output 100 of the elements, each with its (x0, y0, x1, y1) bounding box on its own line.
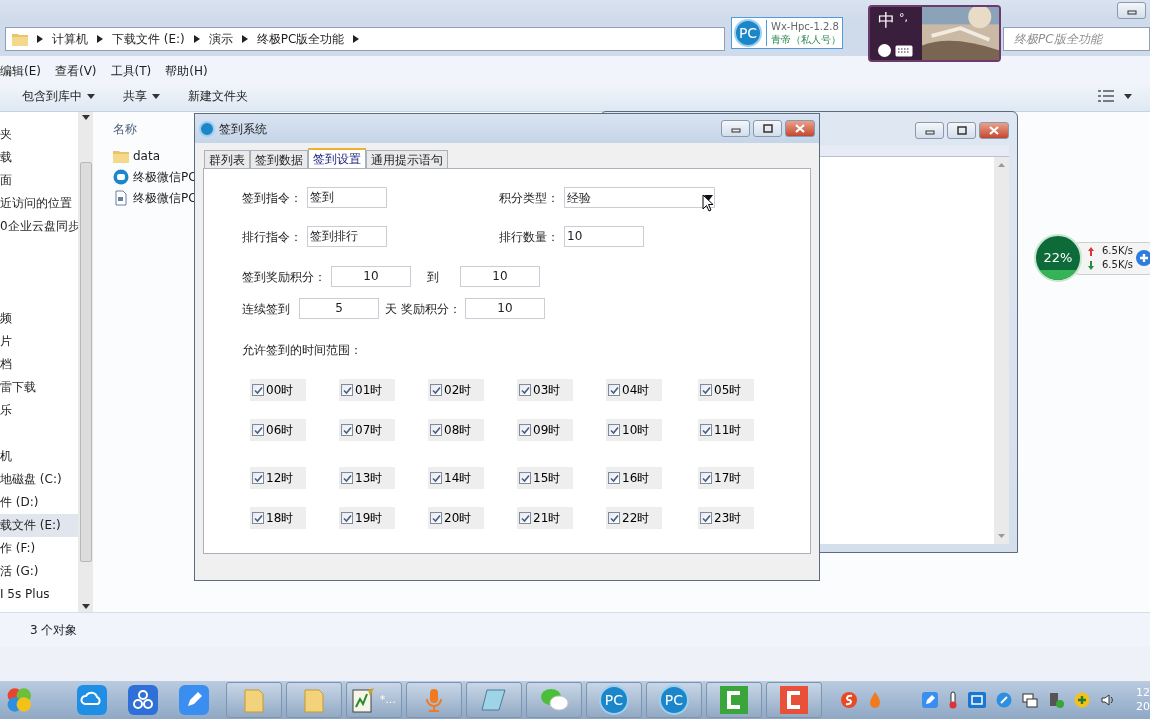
keyboard-icon[interactable] (895, 44, 913, 57)
nav-item[interactable]: 作 (F:) (0, 536, 78, 560)
nav-item[interactable]: 档 (0, 352, 78, 376)
minimize-button[interactable] (721, 120, 750, 137)
punctuation-mode[interactable]: °, (899, 10, 908, 27)
input-field[interactable]: 10 (564, 226, 644, 247)
checkbox[interactable] (430, 512, 442, 524)
nav-item[interactable]: 活 (G:) (0, 559, 78, 583)
dropdown-field[interactable]: 经验 (564, 187, 715, 208)
breadcrumb-item[interactable]: 演示 (208, 29, 233, 48)
input-field[interactable]: 10 (465, 298, 545, 319)
nav-item[interactable]: 片 (0, 329, 78, 353)
checkbox[interactable] (341, 472, 353, 484)
close-button[interactable] (785, 120, 815, 137)
input-field[interactable]: 10 (460, 266, 540, 287)
notepad-icon (351, 687, 376, 714)
checkbox[interactable] (519, 384, 531, 396)
checkbox[interactable] (608, 384, 620, 396)
checkbox[interactable] (252, 512, 264, 524)
nav-item[interactable]: 机 (0, 444, 78, 468)
toolbar-button[interactable]: 包含到库中 (22, 87, 95, 106)
checkbox[interactable] (700, 512, 712, 524)
input-field[interactable]: 签到 (307, 187, 387, 208)
checkbox[interactable] (519, 424, 531, 436)
address-bar[interactable]: 计算机 下载文件 (E:) 演示 终极PC版全功能 (5, 26, 725, 51)
nav-item[interactable]: 0企业云盘同步 (0, 214, 78, 238)
search-field[interactable]: 终极PC版全功能 (1003, 26, 1150, 51)
checkbox[interactable] (519, 472, 531, 484)
tray-app-icon[interactable] (967, 692, 986, 709)
view-list-icon[interactable] (1098, 90, 1114, 103)
tab[interactable]: 群列表 (204, 150, 250, 168)
nav-item[interactable]: 近访问的位置 (0, 191, 78, 215)
nav-item[interactable]: 面 (0, 168, 78, 192)
maximize-button[interactable] (947, 122, 976, 139)
checkbox-label: 23时 (714, 510, 742, 527)
add-icon[interactable] (1073, 692, 1090, 709)
half-width-icon[interactable] (878, 44, 891, 57)
checkbox[interactable] (700, 384, 712, 396)
ime-mode[interactable]: 中 (878, 10, 895, 30)
usb-drive-icon[interactable] (1047, 692, 1064, 709)
menu-item[interactable]: 查看(V) (54, 61, 97, 80)
close-button[interactable] (979, 122, 1009, 139)
checkbox[interactable] (430, 472, 442, 484)
breadcrumb-item[interactable]: 计算机 (52, 29, 88, 48)
nav-item[interactable]: 地磁盘 (C:) (0, 467, 78, 491)
checkbox[interactable] (430, 384, 442, 396)
checkbox[interactable] (700, 424, 712, 436)
nav-item[interactable]: 载 (0, 145, 78, 169)
file-name[interactable]: data (133, 147, 161, 166)
add-icon[interactable] (1136, 250, 1150, 266)
tab[interactable]: 签到数据 (250, 150, 308, 168)
toolbar-button[interactable]: 新建文件夹 (188, 87, 248, 106)
breadcrumb-item[interactable]: 终极PC版全功能 (256, 29, 345, 48)
speaker-icon[interactable] (1099, 692, 1116, 709)
menu-item[interactable]: 编辑(E) (0, 61, 41, 80)
input-field[interactable]: 签到排行 (307, 226, 387, 247)
nav-item[interactable]: 件 (D:) (0, 490, 78, 514)
pen-icon[interactable] (921, 692, 938, 709)
checkbox[interactable] (430, 424, 442, 436)
checkbox[interactable] (608, 472, 620, 484)
input-field[interactable]: 10 (331, 266, 411, 287)
nav-item[interactable]: 频 (0, 306, 78, 330)
nav-item[interactable]: 雷下载 (0, 375, 78, 399)
input-method-icon[interactable] (839, 691, 858, 710)
menu-item[interactable]: 帮助(H) (165, 61, 208, 80)
breadcrumb-item[interactable]: 下载文件 (E:) (112, 29, 185, 48)
thermometer-icon[interactable] (947, 691, 958, 710)
taskbar-app-button[interactable]: PC (585, 682, 642, 719)
checkbox[interactable] (519, 512, 531, 524)
checkbox[interactable] (341, 424, 353, 436)
taskbar-editor-button[interactable] (765, 682, 822, 719)
menu-item[interactable]: 工具(T) (110, 61, 152, 80)
checkbox[interactable] (608, 512, 620, 524)
checkbox[interactable] (252, 472, 264, 484)
maximize-button[interactable] (753, 120, 782, 137)
checkbox[interactable] (252, 384, 264, 396)
nav-item[interactable]: 夹 (0, 122, 78, 146)
minimize-button[interactable] (915, 122, 944, 139)
checkbox[interactable] (341, 512, 353, 524)
taskbar-app-button[interactable]: PC (645, 682, 702, 719)
toolbar-button[interactable]: 共享 (123, 87, 160, 106)
taskbar-editor-button[interactable] (705, 682, 762, 719)
tray-app-icon[interactable] (995, 692, 1012, 709)
nav-item[interactable]: 载文件 (E:) (0, 513, 78, 537)
tab[interactable]: 签到设置 (308, 148, 366, 168)
checkbox[interactable] (700, 472, 712, 484)
checkbox[interactable] (341, 384, 353, 396)
checkbox[interactable] (252, 424, 264, 436)
taskbar-chat-button[interactable] (525, 682, 582, 719)
nav-item[interactable]: 乐 (0, 398, 78, 422)
network-icon[interactable] (1021, 692, 1038, 709)
scrollbar[interactable] (78, 111, 93, 613)
input-field[interactable]: 5 (299, 298, 379, 319)
nav-item[interactable]: I 5s Plus (0, 582, 78, 606)
checkbox[interactable] (608, 424, 620, 436)
folder-icon (113, 149, 129, 164)
window-title: 签到系统 (219, 120, 268, 138)
app-icon (199, 120, 215, 137)
tab[interactable]: 通用提示语句 (366, 150, 448, 168)
minimize-button[interactable] (1117, 2, 1146, 19)
